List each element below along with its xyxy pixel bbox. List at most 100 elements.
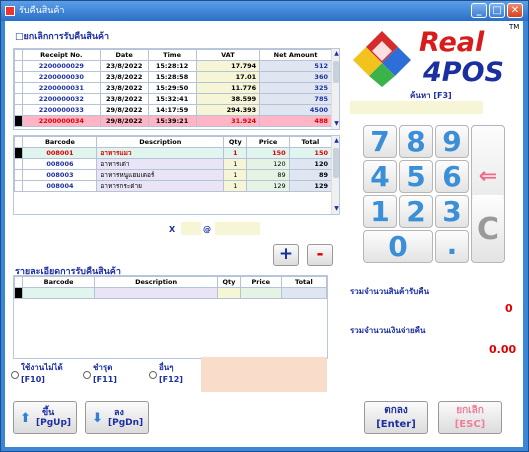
keypad-2[interactable]: 2 (399, 195, 433, 228)
cancel-return-label: ยกเลิกการรับคืนสินค้า (23, 32, 110, 42)
reason-other-label[interactable]: อื่นๆ (159, 361, 174, 374)
keypad-dot[interactable]: . (435, 230, 469, 263)
title-bar[interactable]: รับคืนสินค้า _ □ ✕ (1, 1, 528, 21)
item-price: 120 (246, 158, 290, 170)
cancel-return-checkbox[interactable]: □ยกเลิกการรับคืนสินค้า (15, 29, 109, 43)
col-price: Price (239, 276, 282, 288)
add-item-button[interactable]: + (273, 244, 299, 266)
table-row[interactable]: 2200000030 23/8/2022 15:28:58 17.01 360 (14, 71, 332, 83)
keypad-7[interactable]: 7 (363, 125, 397, 158)
page-up-key: [PgUp] (36, 418, 72, 428)
receipt-date: 23/8/2022 (99, 93, 149, 105)
scroll-up-arrow[interactable]: ▲ (333, 50, 339, 57)
col-time: Time (147, 49, 197, 61)
row-indicator-header (14, 49, 23, 61)
maximize-button[interactable]: □ (489, 3, 505, 18)
table-row[interactable]: 008004 อาหารกระต่าย 1 129 129 (14, 180, 333, 192)
row-indicator (14, 147, 24, 159)
table-row[interactable]: 2200000029 23/8/2022 15:28:12 17.794 512 (14, 60, 332, 72)
scroll-thumb[interactable] (333, 148, 339, 178)
col-total: Total (280, 276, 327, 288)
scroll-up-arrow[interactable]: ▲ (333, 137, 339, 144)
receipt-no: 2200000033 (21, 104, 101, 116)
receipts-header-row: Receipt No. Date Time VAT Net Amount (14, 49, 332, 61)
receipts-table: Receipt No. Date Time VAT Net Amount 220… (13, 48, 340, 130)
receipt-vat: 17.794 (195, 60, 261, 72)
checkbox-box[interactable]: □ (15, 32, 24, 42)
receipt-no: 2200000030 (21, 71, 101, 83)
table-row[interactable]: 008006 อาหารเต่า 1 120 120 (14, 158, 333, 170)
close-button[interactable]: ✕ (507, 3, 523, 18)
col-total: Total (288, 136, 333, 148)
logo-line1: Real (419, 27, 485, 58)
reason-other-radio[interactable] (149, 371, 157, 379)
clear-button[interactable]: C (471, 195, 505, 263)
logo-diamond-icon (353, 31, 411, 87)
receipt-time: 15:32:41 (147, 93, 197, 105)
page-up-label: ขึ้น (42, 408, 55, 418)
reason-damaged-label[interactable]: ชำรุด (93, 361, 112, 374)
multiplier-input[interactable] (181, 222, 201, 235)
cancel-button[interactable]: ยกเลิก [ESC] (438, 401, 502, 434)
minimize-button[interactable]: _ (471, 3, 487, 18)
price-input[interactable] (215, 222, 260, 235)
keypad-3[interactable]: 3 (435, 195, 469, 228)
item-qty: 1 (223, 158, 248, 170)
items-table: Barcode Description Qty Price Total 0080… (13, 135, 340, 215)
keypad-5[interactable]: 5 (399, 160, 433, 193)
scroll-down-arrow[interactable]: ▼ (333, 120, 339, 127)
page-down-button[interactable]: ⬇ ลง [PgDn] (85, 401, 149, 434)
table-row[interactable]: 008003 อาหารหนูแฮมเตอร์ 1 89 89 (14, 169, 333, 181)
keypad-6[interactable]: 6 (435, 160, 469, 193)
items-scrollbar[interactable]: ▲ ▼ (331, 136, 339, 214)
receipt-net: 488 (259, 115, 332, 127)
table-row[interactable]: 2200000032 23/8/2022 15:32:41 38.599 785 (14, 93, 332, 105)
keypad-1[interactable]: 1 (363, 195, 397, 228)
reason-damaged-radio[interactable] (83, 371, 91, 379)
receipt-date: 29/8/2022 (99, 115, 149, 127)
reason-unusable-radio[interactable] (11, 371, 19, 379)
receipts-scrollbar[interactable]: ▲ ▼ (331, 49, 339, 129)
page-up-button[interactable]: ⬆ ขึ้น [PgUp] (13, 401, 77, 434)
receipt-time: 15:39:21 (147, 115, 197, 127)
item-description: อาหารหนูแฮมเตอร์ (96, 169, 225, 181)
table-row-empty[interactable] (14, 287, 327, 299)
table-row[interactable]: 2200000033 29/8/2022 14:17:59 294.393 4500 (14, 104, 332, 116)
keypad-4[interactable]: 4 (363, 160, 397, 193)
return-goods-window: รับคืนสินค้า _ □ ✕ □ยกเลิกการรับคืนสินค้… (0, 0, 529, 452)
total-qty-label: รวมจำนวนสินค้ารับคืน (350, 287, 430, 296)
receipt-date: 23/8/2022 (99, 60, 149, 72)
receipt-no: 2200000031 (21, 82, 101, 94)
receipt-net: 512 (259, 60, 332, 72)
table-row-selected[interactable]: 2200000034 29/8/2022 15:39:21 31.924 488 (14, 115, 332, 127)
receipt-time: 15:28:12 (147, 60, 197, 72)
cancel-key: [ESC] (454, 419, 486, 430)
col-qty: Qty (223, 136, 248, 148)
table-row[interactable]: 008001 อาหารแมว 1 150 150 (14, 147, 333, 159)
item-price: 129 (246, 180, 290, 192)
keypad-8[interactable]: 8 (399, 125, 433, 158)
reason-damaged-key: [F11] (93, 375, 117, 384)
receipt-net: 360 (259, 71, 332, 83)
scroll-thumb[interactable] (333, 61, 339, 83)
reason-note-input[interactable] (201, 357, 327, 392)
reason-unusable-label[interactable]: ใช้งานไม่ได้ (21, 361, 63, 374)
col-price: Price (246, 136, 290, 148)
ok-label: ตกลง (384, 405, 408, 416)
item-total: 120 (288, 158, 333, 170)
scroll-down-arrow[interactable]: ▼ (333, 205, 339, 212)
keypad-0[interactable]: 0 (363, 230, 433, 263)
receipt-vat: 31.924 (195, 115, 261, 127)
return-details-header-row: Barcode Description Qty Price Total (14, 276, 327, 288)
row-indicator-header (14, 136, 24, 148)
item-description: อาหารกระต่าย (96, 180, 225, 192)
table-row[interactable]: 2200000031 23/8/2022 15:29:50 11.776 325 (14, 82, 332, 94)
ok-button[interactable]: ตกลง [Enter] (364, 401, 428, 434)
real4pos-logo: Real 4POS TM (351, 23, 521, 89)
qty-multiplier-label: X (169, 225, 176, 234)
logo-trademark: TM (509, 23, 520, 31)
keypad-9[interactable]: 9 (435, 125, 469, 158)
item-qty: 1 (223, 180, 248, 192)
search-input[interactable] (350, 101, 483, 114)
remove-item-button[interactable]: - (307, 244, 333, 266)
